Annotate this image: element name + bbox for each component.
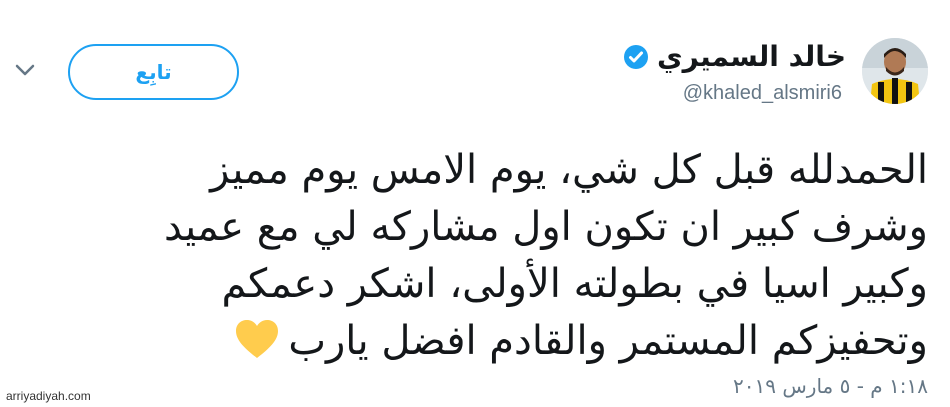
tweet-line: وشرف كبير ان تكون اول مشاركه لي مع عميد [164, 204, 928, 250]
chevron-down-icon[interactable] [14, 62, 36, 78]
tweet-text: الحمدلله قبل كل شي، يوم الامس يوم مميز و… [28, 142, 928, 370]
follow-button[interactable]: تابِع [68, 44, 239, 100]
source-watermark: arriyadiyah.com [6, 389, 91, 403]
tweet-line: الحمدلله قبل كل شي، يوم الامس يوم مميز [210, 147, 928, 193]
tweet-line-last: وتحفيزكم المستمر والقادم افضل يارب [28, 313, 928, 370]
tweet-timestamp[interactable]: ١:١٨ م - ٥ مارس ٢٠١٩ [733, 374, 928, 398]
display-name[interactable]: خالد السميري [657, 40, 846, 74]
tweet-card: خالد السميري @khaled_alsmiri6 تابِع الحم… [0, 0, 950, 407]
avatar[interactable] [862, 38, 928, 104]
tweet-line-text: وتحفيزكم المستمر والقادم افضل يارب [288, 318, 928, 364]
account-handle[interactable]: @khaled_alsmiri6 [683, 82, 842, 105]
account-name-row[interactable]: خالد السميري [623, 40, 846, 74]
yellow-heart-icon [234, 318, 280, 360]
verified-badge-icon [623, 44, 649, 70]
avatar-photo [862, 38, 928, 104]
tweet-line: وكبير اسيا في بطولته الأولى، اشكر دعمكم [221, 261, 928, 307]
